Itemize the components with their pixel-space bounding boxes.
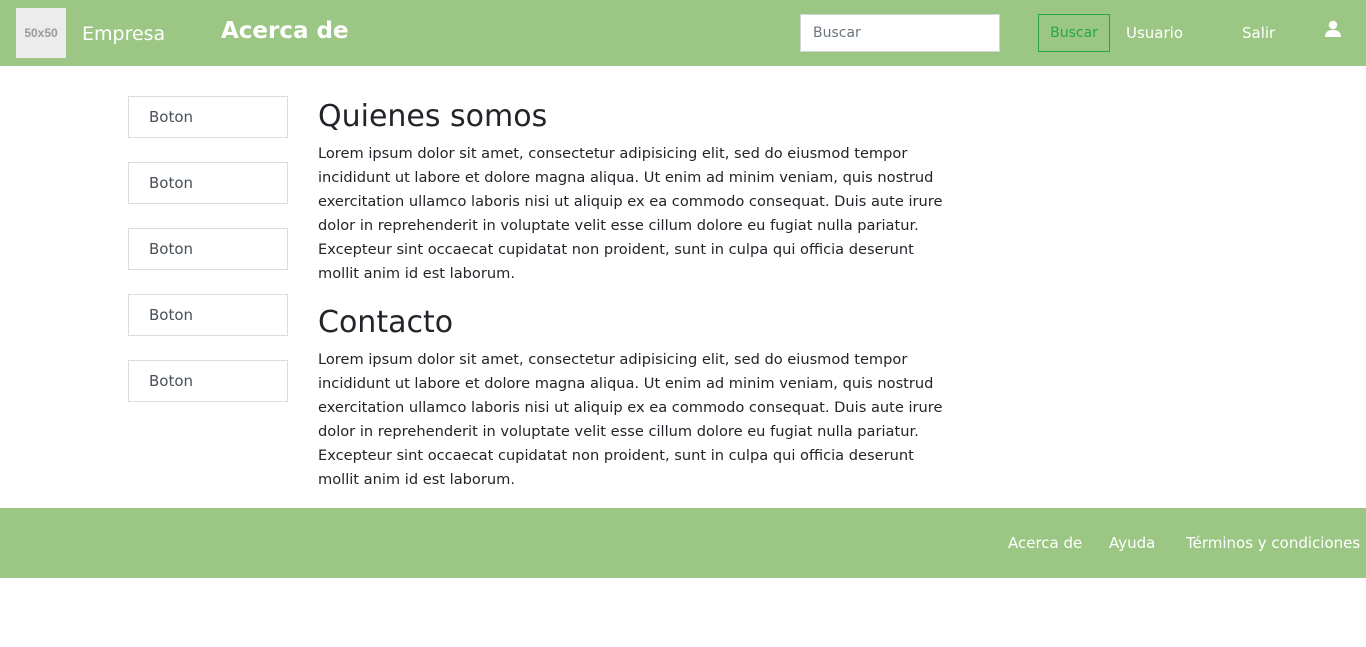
top-navbar: 50x50 Empresa Acerca de Buscar Usuario S… — [0, 0, 1366, 66]
sidebar-button-4[interactable]: Boton — [128, 294, 288, 336]
logout-link[interactable]: Salir — [1242, 24, 1275, 42]
page-title: Acerca de — [221, 18, 349, 44]
section-title-contact: Contacto — [318, 305, 454, 340]
user-link[interactable]: Usuario — [1126, 24, 1183, 42]
section-title-about: Quienes somos — [318, 99, 548, 134]
user-icon[interactable] — [1324, 20, 1342, 38]
search-button[interactable]: Buscar — [1038, 14, 1110, 52]
footer: Acerca de Ayuda Términos y condiciones — [0, 508, 1366, 578]
brand-name[interactable]: Empresa — [82, 22, 165, 46]
section-text-contact: Lorem ipsum dolor sit amet, consectetur … — [318, 351, 943, 488]
sidebar-button-3[interactable]: Boton — [128, 228, 288, 270]
logo-placeholder[interactable]: 50x50 — [16, 8, 66, 58]
footer-link-about[interactable]: Acerca de — [1008, 534, 1082, 552]
sidebar-button-1[interactable]: Boton — [128, 96, 288, 138]
sidebar-button-5[interactable]: Boton — [128, 360, 288, 402]
section-text-about: Lorem ipsum dolor sit amet, consectetur … — [318, 145, 943, 282]
search-input[interactable] — [800, 14, 1000, 52]
footer-link-help[interactable]: Ayuda — [1109, 534, 1155, 552]
footer-link-terms[interactable]: Términos y condiciones — [1186, 534, 1360, 552]
sidebar-button-2[interactable]: Boton — [128, 162, 288, 204]
